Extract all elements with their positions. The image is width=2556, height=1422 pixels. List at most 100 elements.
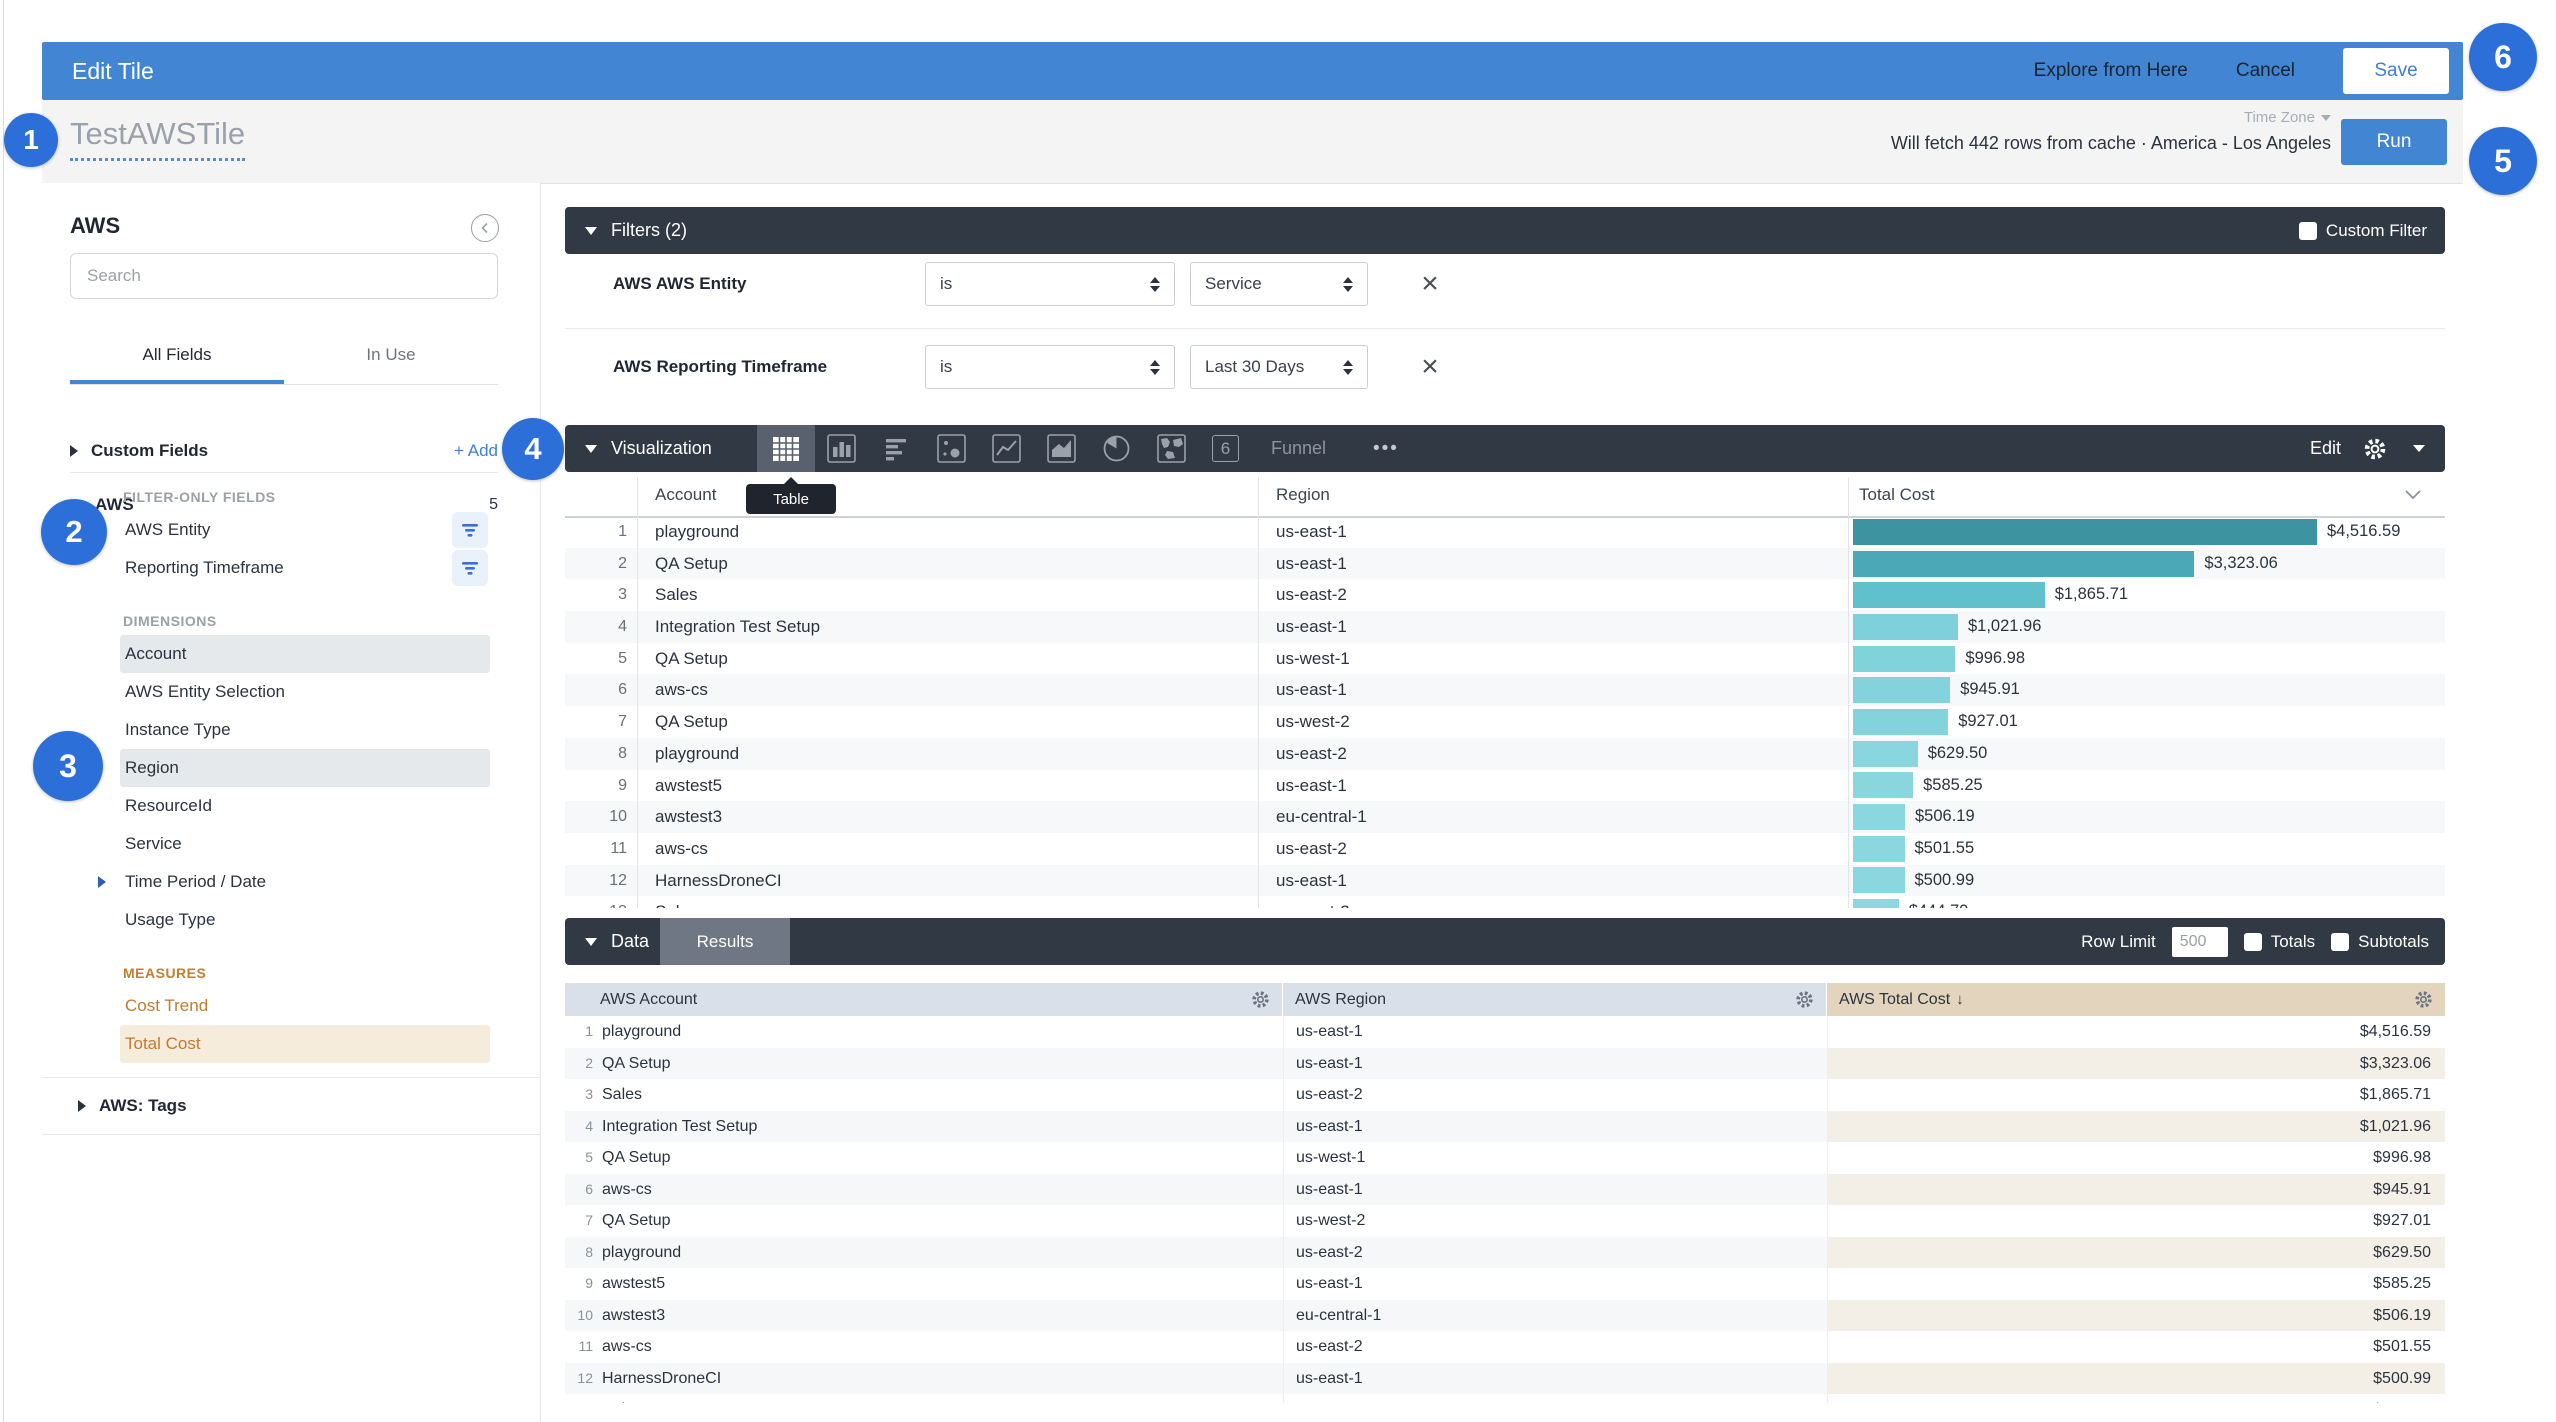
sidebar-field-resourceid[interactable]: ResourceId xyxy=(120,787,490,825)
cell-text: Sales xyxy=(593,1079,642,1111)
single-value-icon[interactable]: 6 xyxy=(1212,435,1239,462)
filter-value-select[interactable]: Service xyxy=(1190,262,1368,306)
region-cell: us-east-1 xyxy=(1283,1111,1827,1143)
select-arrows-icon xyxy=(1331,277,1353,292)
timezone-dropdown[interactable]: Time Zone xyxy=(2244,109,2331,126)
search-input[interactable] xyxy=(70,253,498,299)
gear-icon[interactable] xyxy=(1795,990,1814,1009)
account-cell: Sales xyxy=(655,896,698,908)
sidebar-field-total-cost[interactable]: Total Cost xyxy=(120,1025,490,1063)
cell-text: QA Setup xyxy=(593,1205,671,1237)
viz-table-row: 6aws-csus-east-1$945.91 xyxy=(565,674,2445,706)
checkbox-icon[interactable] xyxy=(2244,933,2262,951)
filter-operator-select[interactable]: is xyxy=(925,345,1175,389)
column-menu-chevron-icon[interactable] xyxy=(2405,485,2421,505)
filter-icon[interactable] xyxy=(452,550,488,586)
divider xyxy=(1848,477,1849,516)
cancel-button[interactable]: Cancel xyxy=(2236,60,2295,82)
subtotals-checkbox[interactable]: Subtotals xyxy=(2331,932,2429,952)
cell-text: playground xyxy=(593,1237,681,1269)
tab-in-use[interactable]: In Use xyxy=(284,345,498,384)
add-custom-field-button[interactable]: + Add xyxy=(454,441,498,461)
gear-icon[interactable] xyxy=(1251,990,1270,1009)
cell-text: QA Setup xyxy=(593,1142,671,1174)
pie-chart-icon[interactable] xyxy=(1102,434,1131,463)
filter-icon[interactable] xyxy=(452,512,488,548)
sidebar-field-service[interactable]: Service xyxy=(120,825,490,863)
filter-value-select[interactable]: Last 30 Days xyxy=(1190,345,1368,389)
remove-filter-button[interactable]: × xyxy=(1408,262,1452,306)
fields-list: FILTER-ONLY FIELDS AWS EntityReporting T… xyxy=(42,481,540,1135)
checkbox-icon[interactable] xyxy=(2331,933,2349,951)
filter-field-label: AWS Reporting Timeframe xyxy=(613,345,827,389)
explore-from-here-link[interactable]: Explore from Here xyxy=(2034,60,2188,82)
funnel-viz-option[interactable]: Funnel xyxy=(1271,438,1326,459)
sidebar-field-aws-entity[interactable]: AWS Entity xyxy=(120,511,490,549)
totals-checkbox[interactable]: Totals xyxy=(2244,932,2315,952)
sidebar-field-aws-entity-selection[interactable]: AWS Entity Selection xyxy=(120,673,490,711)
sidebar-field-reporting-timeframe[interactable]: Reporting Timeframe xyxy=(120,549,490,587)
cost-value-label: $3,323.06 xyxy=(2204,548,2277,580)
sidebar-field-time-period-date[interactable]: Time Period / Date xyxy=(120,863,490,901)
data-column-header-aws-account[interactable]: AWS Account xyxy=(565,983,1283,1016)
region-cell: us-east-1 xyxy=(1276,674,1347,706)
sidebar-field-region[interactable]: Region xyxy=(120,749,490,787)
total-cost-cell: $1,865.71 xyxy=(1827,1079,2445,1111)
aws-tags-label: AWS: Tags xyxy=(99,1096,187,1116)
table-icon[interactable] xyxy=(757,425,815,472)
sidebar-field-account[interactable]: Account xyxy=(120,635,490,673)
map-icon[interactable] xyxy=(1157,434,1186,463)
expand-caret-icon[interactable] xyxy=(98,876,106,888)
scatter-plot-icon[interactable] xyxy=(937,434,966,463)
bar-chart-icon[interactable] xyxy=(882,434,911,463)
data-section-bar[interactable]: Data Results Row Limit Totals Subtotals xyxy=(565,918,2445,965)
custom-filter-label: Custom Filter xyxy=(2326,221,2427,241)
viz-table-row: 1playgroundus-east-1$4,516.59 xyxy=(565,516,2445,548)
column-header-region[interactable]: Region xyxy=(1276,485,1330,505)
cost-bar xyxy=(1853,741,1918,767)
tile-name-input[interactable]: TestAWSTile xyxy=(70,116,245,161)
aws-tags-group-row[interactable]: AWS: Tags xyxy=(42,1078,540,1135)
fetch-status-text: Will fetch 442 rows from cache · America… xyxy=(1891,133,2331,154)
gear-icon[interactable] xyxy=(2414,990,2433,1009)
region-cell: us-east-1 xyxy=(1283,1174,1827,1206)
filters-section-bar[interactable]: Filters (2) Custom Filter xyxy=(565,207,2445,254)
tab-all-fields[interactable]: All Fields xyxy=(70,345,284,384)
collapse-sidebar-icon[interactable] xyxy=(471,214,499,242)
more-viz-types-icon[interactable]: ••• xyxy=(1373,438,1399,460)
account-cell: awstest5 xyxy=(655,770,722,802)
total-cost-cell: $4,516.59 xyxy=(1827,1016,2445,1048)
checkbox-icon[interactable] xyxy=(2299,222,2317,240)
custom-fields-row[interactable]: Custom Fields + Add xyxy=(70,430,498,473)
account-cell: QA Setup xyxy=(655,548,728,580)
row-number: 12 xyxy=(565,865,627,897)
data-column-header-aws-total-cost[interactable]: AWS Total Cost ↓ xyxy=(1827,983,2445,1016)
sidebar-field-cost-trend[interactable]: Cost Trend xyxy=(120,987,490,1025)
edit-viz-button[interactable]: Edit xyxy=(2310,438,2341,459)
viz-settings-button[interactable] xyxy=(2363,437,2425,461)
row-number: 3 xyxy=(565,1079,593,1111)
line-chart-icon[interactable] xyxy=(992,434,1021,463)
column-chart-icon[interactable] xyxy=(827,434,856,463)
save-button[interactable]: Save xyxy=(2343,48,2449,94)
area-chart-icon[interactable] xyxy=(1047,434,1076,463)
results-tab[interactable]: Results xyxy=(660,918,790,965)
cell-text: HarnessDroneCI xyxy=(593,1363,721,1395)
filter-operator-select[interactable]: is xyxy=(925,262,1175,306)
column-header-account[interactable]: Account xyxy=(655,485,716,505)
visualization-section-bar[interactable]: Visualization 6 Funnel ••• Edit xyxy=(565,425,2445,472)
row-limit-input[interactable] xyxy=(2172,927,2228,957)
remove-filter-button[interactable]: × xyxy=(1408,345,1452,389)
total-cost-cell: $996.98 xyxy=(1853,643,2025,675)
run-button[interactable]: Run xyxy=(2341,119,2447,165)
account-cell: 12HarnessDroneCI xyxy=(565,1363,1283,1395)
column-header-total-cost[interactable]: Total Cost xyxy=(1859,485,1935,505)
region-cell: us-east-2 xyxy=(1283,1237,1827,1269)
custom-filter-checkbox[interactable]: Custom Filter xyxy=(2299,221,2427,241)
data-column-header-aws-region[interactable]: AWS Region xyxy=(1283,983,1827,1016)
dimensions-list: AccountAWS Entity SelectionInstance Type… xyxy=(42,635,540,939)
sidebar-field-instance-type[interactable]: Instance Type xyxy=(120,711,490,749)
row-number: 6 xyxy=(565,1174,593,1206)
sidebar-field-usage-type[interactable]: Usage Type xyxy=(120,901,490,939)
divider xyxy=(637,477,638,516)
